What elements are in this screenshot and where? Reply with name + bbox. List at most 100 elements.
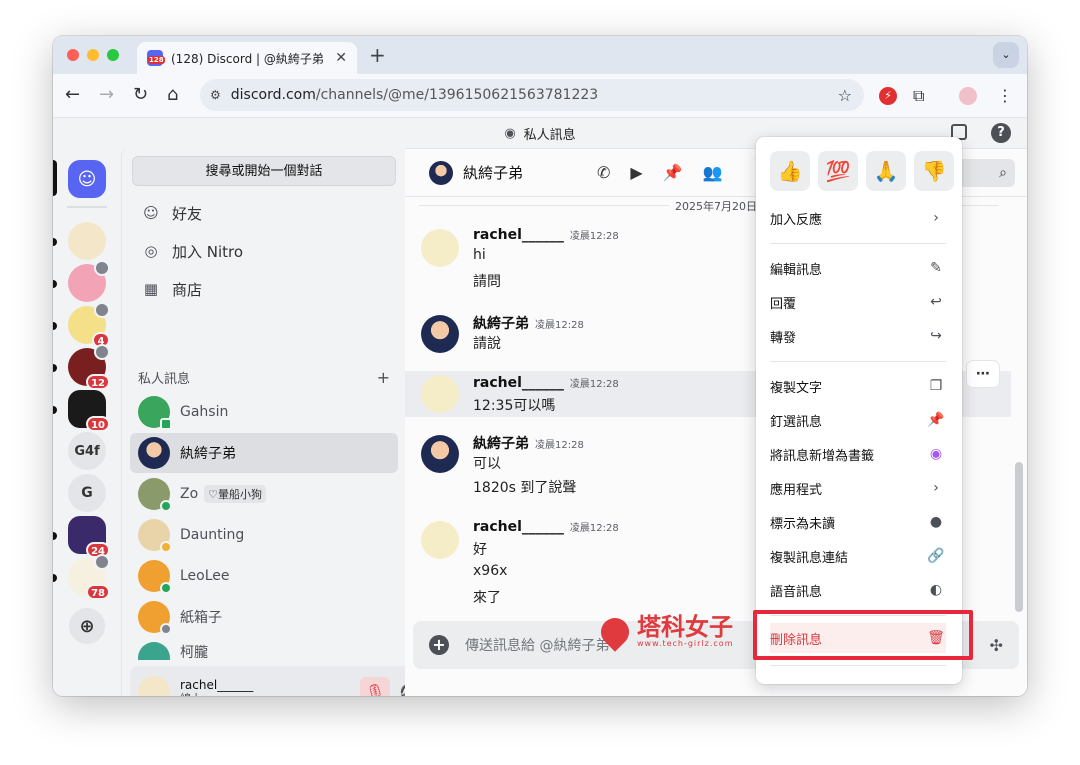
shop-icon: ▦ <box>143 280 159 298</box>
server-icon-g4f[interactable]: G4f <box>68 432 106 470</box>
maximize-window-button[interactable] <box>107 49 119 61</box>
user-avatar[interactable] <box>138 676 170 696</box>
timestamp: 凌晨12:28 <box>569 523 619 534</box>
menu-item-copy-text[interactable]: 複製文字 ❐ <box>770 371 946 401</box>
server-icon-3[interactable]: 4 <box>68 302 110 348</box>
speaker-icon <box>94 260 110 276</box>
dm-item[interactable]: Gahsin <box>130 392 398 432</box>
reaction-pray[interactable]: 🙏 <box>866 151 906 191</box>
server-icon-g[interactable]: G <box>68 474 106 512</box>
unread-pill <box>53 322 57 330</box>
reaction-hundred[interactable]: 💯 <box>818 151 858 191</box>
server-icon-5[interactable]: 10 <box>68 390 110 432</box>
browser-menu-icon[interactable]: ⋮ <box>997 86 1013 105</box>
author-name[interactable]: rachel______ <box>473 519 564 535</box>
back-icon[interactable]: ← <box>65 84 80 105</box>
menu-item-edit[interactable]: 編輯訊息 ✎ <box>770 253 946 283</box>
app-title: 私人訊息 <box>523 127 576 143</box>
menu-item-forward[interactable]: 轉發 ↪ <box>770 321 946 351</box>
reaction-thumbs-down[interactable]: 👎 <box>914 151 954 191</box>
attach-plus-icon[interactable]: + <box>429 635 449 655</box>
avatar <box>138 560 172 594</box>
server-icon-4[interactable]: 12 <box>68 344 110 390</box>
dm-item[interactable]: Daunting <box>130 515 398 555</box>
menu-item-pin[interactable]: 釘選訊息 📌 <box>770 405 946 435</box>
mark-unread-icon: ● <box>929 514 943 530</box>
offline-status-icon <box>160 623 172 635</box>
server-icon-9[interactable]: 78 <box>68 554 110 600</box>
search-icon: ⌕ <box>999 165 1007 181</box>
menu-item-voice-message[interactable]: 語音訊息 ◐ <box>770 575 946 605</box>
url-path: /channels/@me/1396150621563781223 <box>315 87 599 103</box>
discord-favicon-icon: 128 <box>147 50 165 66</box>
dm-section-header: 私人訊息 + <box>138 368 390 387</box>
url-field[interactable]: ⚙ discord.com/channels/@me/1396150621563… <box>200 79 864 111</box>
menu-item-reply[interactable]: 回覆 ↩ <box>770 287 946 317</box>
reaction-thumbs-up[interactable]: 👍 <box>770 151 810 191</box>
dm-item[interactable]: Zo ♡暈船小狗 <box>130 474 398 514</box>
voice-call-icon[interactable]: ✆ <box>597 163 610 182</box>
menu-item-mark-unread[interactable]: 標示為未讀 ● <box>770 507 946 537</box>
add-friends-icon[interactable]: 👥 <box>703 163 723 182</box>
online-status-icon <box>160 582 172 594</box>
browser-tab[interactable]: 128 (128) Discord | @紈絝子弟 ✕ <box>137 42 357 74</box>
message-text: 來了 <box>473 590 501 606</box>
avatar[interactable] <box>421 375 459 413</box>
video-call-icon[interactable]: ▶ <box>630 163 642 182</box>
author-name[interactable]: rachel______ <box>473 375 564 391</box>
more-options-button[interactable]: ⋯ <box>967 361 999 387</box>
avatar[interactable] <box>421 229 459 267</box>
server-icon-1[interactable] <box>68 222 106 260</box>
apps-icon[interactable]: ✣ <box>990 636 1003 655</box>
menu-item-copy-link[interactable]: 複製訊息連結 🔗 <box>770 541 946 571</box>
author-name[interactable]: 紈絝子弟 <box>473 436 529 452</box>
dm-item[interactable]: LeoLee <box>130 556 398 596</box>
site-info-icon[interactable]: ⚙ <box>210 88 221 102</box>
avatar[interactable] <box>421 435 459 473</box>
tab-close-icon[interactable]: ✕ <box>335 50 347 66</box>
new-tab-button[interactable]: + <box>369 43 386 67</box>
help-icon[interactable]: ? <box>991 123 1011 143</box>
sidebar-item-shop[interactable]: ▦ 商店 <box>130 270 398 308</box>
close-window-button[interactable] <box>67 49 79 61</box>
pin-icon[interactable]: 📌 <box>663 163 683 182</box>
tab-search-button[interactable]: ⌄ <box>993 42 1019 68</box>
mute-mic-button[interactable]: 🎙 <box>360 677 390 696</box>
sidebar-item-nitro[interactable]: ◎ 加入 Nitro <box>130 232 398 270</box>
bookmark-star-icon[interactable]: ☆ <box>838 86 852 105</box>
speaker-icon <box>94 554 110 570</box>
extensions-puzzle-icon[interactable]: ⧉ <box>913 86 924 106</box>
dm-item[interactable]: 柯朧 <box>130 638 398 660</box>
add-server-button[interactable]: ⊕ <box>69 608 105 644</box>
copy-icon: ❐ <box>929 378 943 394</box>
menu-item-bookmark[interactable]: 將訊息新增為書籤 ◉ <box>770 439 946 469</box>
reload-icon[interactable]: ↻ <box>133 84 148 105</box>
sidebar-item-friends[interactable]: ☺ 好友 <box>130 194 398 232</box>
extension-icon[interactable]: ⚡ <box>879 87 897 105</box>
find-conversation-button[interactable]: 搜尋或開始一個對話 <box>132 156 396 186</box>
dm-item[interactable]: 紙箱子 <box>130 597 398 637</box>
avatar <box>429 160 453 185</box>
active-indicator <box>53 160 57 196</box>
author-name[interactable]: 紈絝子弟 <box>473 316 529 332</box>
chat-scrollbar[interactable] <box>1015 462 1023 612</box>
search-input[interactable]: ⌕ <box>955 159 1015 187</box>
create-dm-button[interactable]: + <box>377 368 390 387</box>
profile-avatar-icon[interactable] <box>959 87 977 105</box>
author-name[interactable]: rachel______ <box>473 227 564 243</box>
menu-item-add-reaction[interactable]: 加入反應 › <box>770 203 946 233</box>
forward-icon: ↪ <box>930 328 942 344</box>
custom-status: ♡暈船小狗 <box>204 485 267 503</box>
home-icon[interactable]: ⌂ <box>167 84 178 105</box>
menu-item-apps[interactable]: 應用程式 › <box>770 473 946 503</box>
unread-pill <box>53 574 57 582</box>
server-icon-2[interactable] <box>68 260 110 302</box>
timestamp: 凌晨12:28 <box>569 231 619 242</box>
dm-item-selected[interactable]: 紈絝子弟 <box>130 433 398 473</box>
avatar[interactable] <box>421 315 459 353</box>
direct-messages-home-button[interactable]: ☺ <box>68 160 106 198</box>
server-icon-8[interactable]: 24 <box>68 516 110 558</box>
minimize-window-button[interactable] <box>87 49 99 61</box>
avatar[interactable] <box>421 521 459 559</box>
forward-icon[interactable]: → <box>99 84 114 105</box>
